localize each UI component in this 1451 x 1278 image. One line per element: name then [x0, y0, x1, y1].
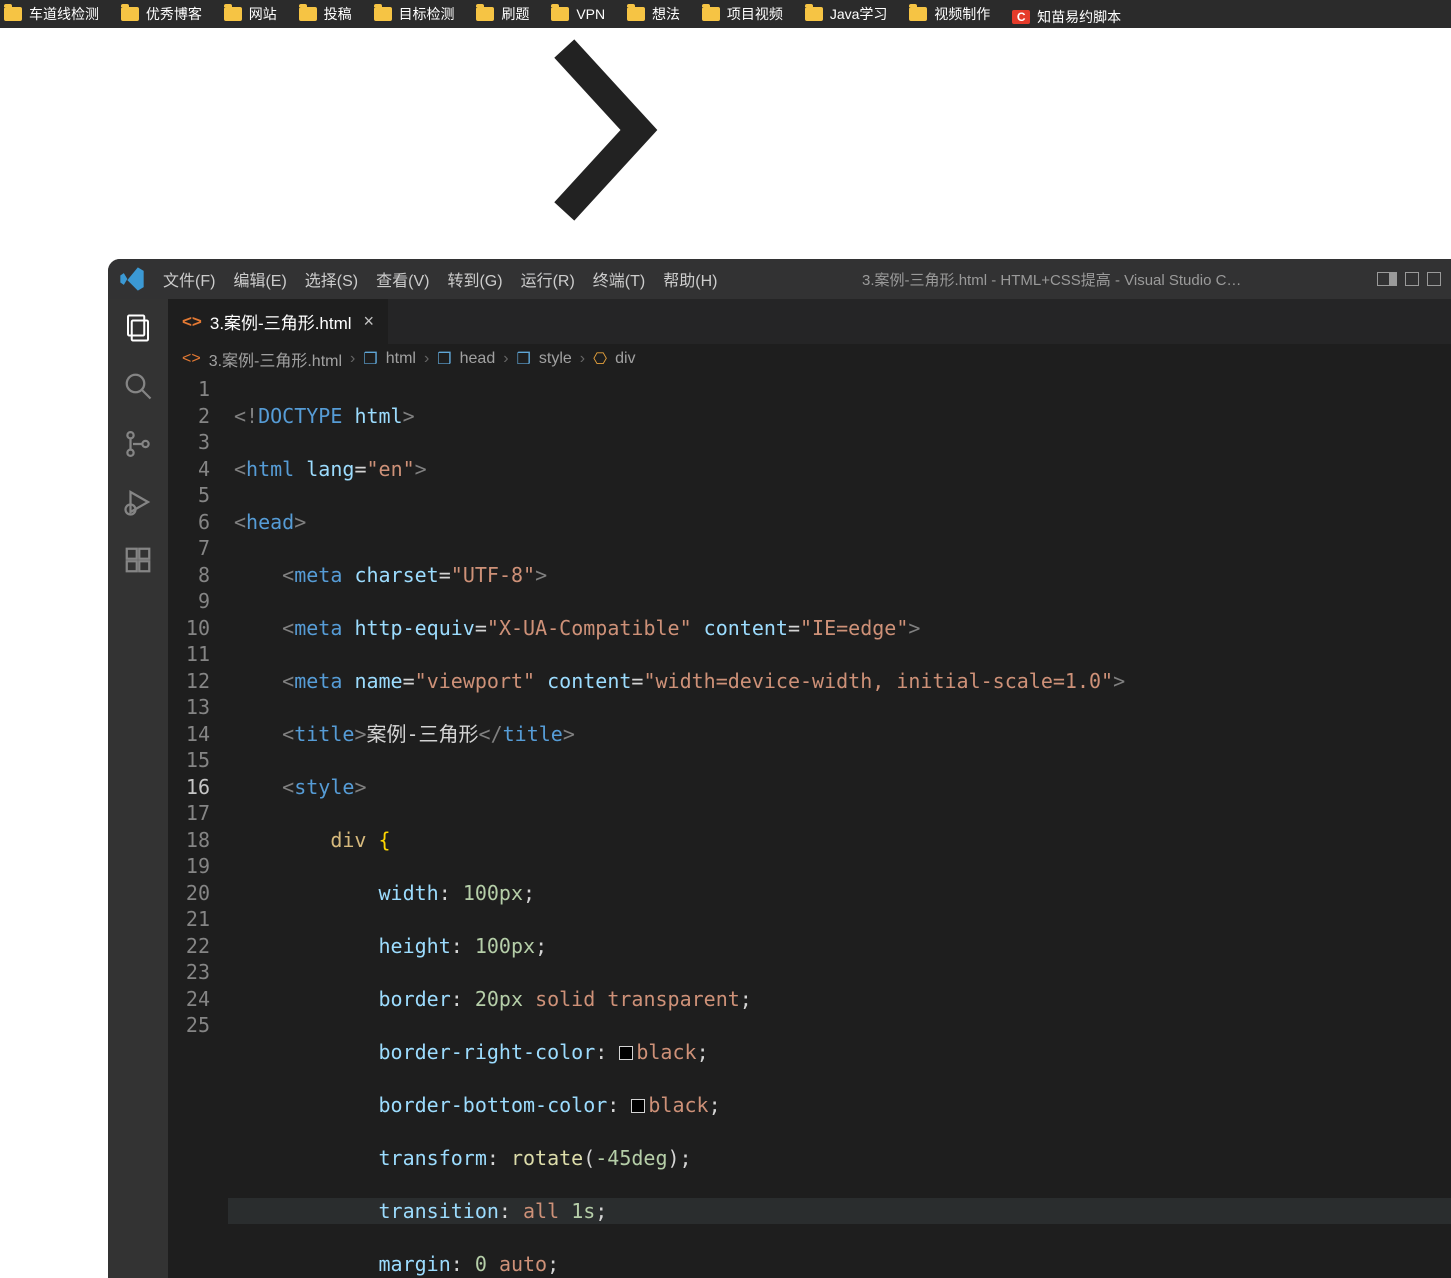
- menu-view[interactable]: 查看(V): [367, 267, 438, 291]
- bookmark-item[interactable]: C 知苗易约脚本: [1012, 3, 1121, 28]
- vscode-window: 文件(F) 编辑(E) 选择(S) 查看(V) 转到(G) 运行(R) 终端(T…: [108, 259, 1451, 1278]
- folder-icon: [476, 7, 494, 21]
- toggle-panel-icon[interactable]: [1377, 272, 1397, 286]
- bookmark-item[interactable]: 刷题: [476, 0, 529, 28]
- titlebar: 文件(F) 编辑(E) 选择(S) 查看(V) 转到(G) 运行(R) 终端(T…: [108, 259, 1451, 299]
- bookmark-label: 知苗易约脚本: [1037, 7, 1121, 27]
- symbol-icon: ❒: [517, 349, 531, 369]
- breadcrumbs[interactable]: <> 3.案例-三角形.html › ❒ html › ❒ head › ❒ s…: [168, 344, 1451, 374]
- menu-selection[interactable]: 选择(S): [296, 267, 367, 291]
- tab-label: 3.案例-三角形.html: [210, 309, 352, 334]
- folder-icon: [805, 7, 823, 21]
- window-title: 3.案例-三角形.html - HTML+CSS提高 - Visual Stud…: [726, 269, 1377, 290]
- symbol-icon: ❒: [437, 349, 451, 369]
- folder-icon: [627, 7, 645, 21]
- extensions-icon[interactable]: [123, 545, 153, 575]
- breadcrumb-item[interactable]: 3.案例-三角形.html: [209, 347, 342, 371]
- preview-triangle-shape: [535, 35, 675, 225]
- source-control-icon[interactable]: [123, 429, 153, 459]
- bookmark-item[interactable]: 视频制作: [909, 0, 990, 28]
- bookmark-item[interactable]: 网站: [224, 0, 277, 28]
- bookmark-item[interactable]: 车道线检测: [4, 0, 99, 28]
- editor-tabs: <> 3.案例-三角形.html ×: [168, 299, 1451, 344]
- color-swatch-icon[interactable]: [619, 1046, 633, 1060]
- bookmark-label: 项目视频: [727, 4, 783, 24]
- run-debug-icon[interactable]: [123, 487, 153, 517]
- menu-terminal[interactable]: 终端(T): [584, 267, 654, 291]
- activity-bar: [108, 299, 168, 1278]
- search-icon[interactable]: [123, 371, 153, 401]
- menu-go[interactable]: 转到(G): [438, 267, 511, 291]
- bookmark-label: 车道线检测: [29, 4, 99, 24]
- folder-icon: [909, 7, 927, 21]
- bookmark-label: 投稿: [324, 4, 352, 24]
- editor: <> 3.案例-三角形.html × <> 3.案例-三角形.html › ❒ …: [168, 299, 1451, 1278]
- html-file-icon: <>: [182, 350, 201, 368]
- folder-icon: [702, 7, 720, 21]
- bookmark-label: 目标检测: [399, 4, 455, 24]
- chevron-right-icon: ›: [503, 350, 508, 368]
- bookmark-label: 刷题: [501, 4, 529, 24]
- layout-controls: [1377, 272, 1441, 286]
- bookmark-item[interactable]: Java学习: [805, 0, 888, 28]
- explorer-icon[interactable]: [123, 313, 153, 343]
- code-editor[interactable]: 1234567891011121314151617181920212223242…: [168, 374, 1451, 1278]
- editor-tab[interactable]: <> 3.案例-三角形.html ×: [168, 299, 388, 344]
- toggle-sidebar-icon[interactable]: [1405, 272, 1419, 286]
- bookmark-item[interactable]: 项目视频: [702, 0, 783, 28]
- breadcrumb-item[interactable]: html: [386, 350, 416, 368]
- bookmark-item[interactable]: VPN: [551, 0, 605, 28]
- line-numbers: 1234567891011121314151617181920212223242…: [168, 374, 228, 1278]
- chevron-right-icon: ›: [424, 350, 429, 368]
- code-content[interactable]: <!DOCTYPE html> <html lang="en"> <head> …: [228, 374, 1451, 1278]
- breadcrumb-item[interactable]: style: [539, 350, 572, 368]
- bookmark-label: Java学习: [830, 4, 888, 24]
- folder-icon: [551, 7, 569, 21]
- folder-icon: [4, 7, 22, 21]
- breadcrumb-item[interactable]: div: [615, 350, 635, 368]
- chevron-right-icon: ›: [350, 350, 355, 368]
- menu-run[interactable]: 运行(R): [512, 267, 584, 291]
- bookmarks-bar: 车道线检测 优秀博客 网站 投稿 目标检测 刷题 VPN 想法 项目视频 Jav…: [0, 0, 1451, 28]
- app-icon: C: [1012, 10, 1030, 24]
- folder-icon: [121, 7, 139, 21]
- close-icon[interactable]: ×: [364, 311, 375, 332]
- bookmark-item[interactable]: 想法: [627, 0, 680, 28]
- bookmark-label: 视频制作: [934, 4, 990, 24]
- bookmark-label: 想法: [652, 4, 680, 24]
- breadcrumb-item[interactable]: head: [460, 350, 496, 368]
- folder-icon: [299, 7, 317, 21]
- bookmark-label: VPN: [576, 6, 605, 22]
- html-file-icon: <>: [182, 312, 202, 332]
- bookmark-item[interactable]: 优秀博客: [121, 0, 202, 28]
- bookmark-item[interactable]: 投稿: [299, 0, 352, 28]
- customize-layout-icon[interactable]: [1427, 272, 1441, 286]
- folder-icon: [224, 7, 242, 21]
- chevron-right-icon: ›: [580, 350, 585, 368]
- css-class-icon: ⎔: [593, 349, 607, 369]
- bookmark-item[interactable]: 目标检测: [374, 0, 455, 28]
- menu-file[interactable]: 文件(F): [154, 267, 224, 291]
- vscode-logo-icon: [118, 265, 146, 293]
- folder-icon: [374, 7, 392, 21]
- bookmark-label: 网站: [249, 4, 277, 24]
- menu-edit[interactable]: 编辑(E): [224, 267, 295, 291]
- color-swatch-icon[interactable]: [631, 1099, 645, 1113]
- menu-help[interactable]: 帮助(H): [654, 267, 726, 291]
- bookmark-label: 优秀博客: [146, 4, 202, 24]
- symbol-icon: ❒: [363, 349, 377, 369]
